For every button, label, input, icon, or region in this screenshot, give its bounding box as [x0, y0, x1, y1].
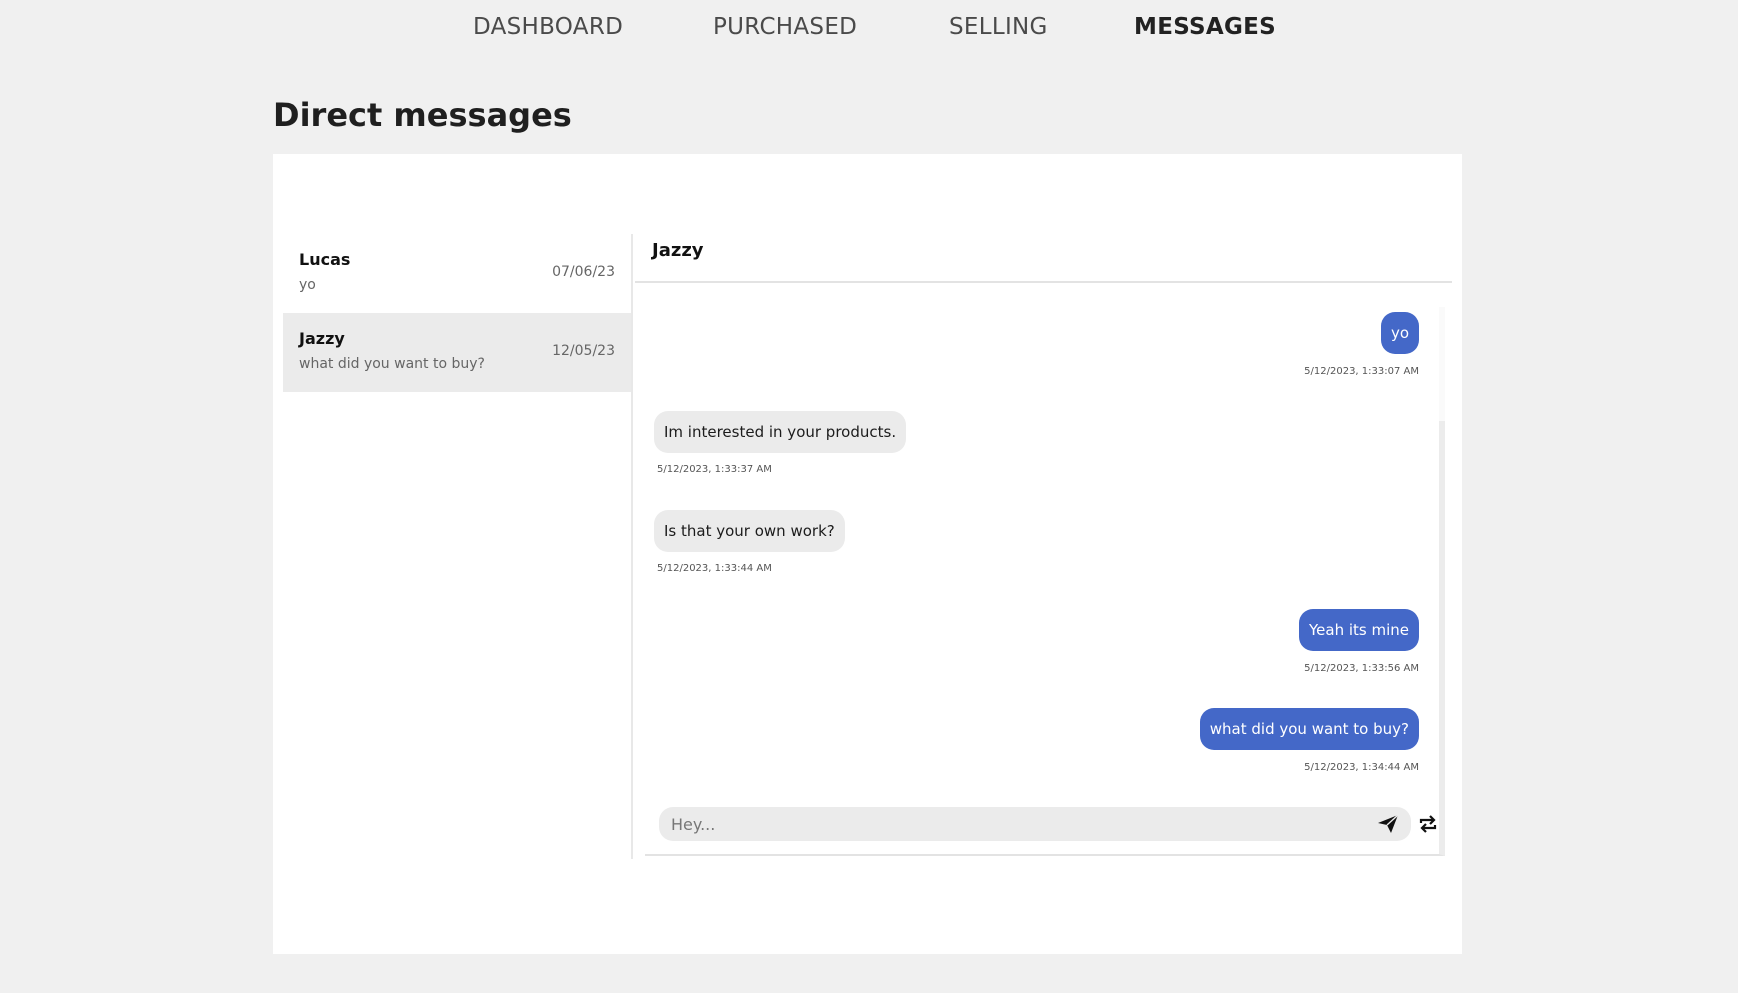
message-thread[interactable]: yo 5/12/2023, 1:33:07 AM Im interested i…: [645, 307, 1445, 856]
message-bubble-received: Is that your own work?: [654, 510, 845, 552]
message-timestamp: 5/12/2023, 1:33:37 AM: [657, 464, 772, 475]
conversation-item-lucas[interactable]: Lucas yo 07/06/23: [283, 234, 631, 313]
message-timestamp: 5/12/2023, 1:33:07 AM: [1304, 366, 1419, 377]
message-bubble-sent: Yeah its mine: [1298, 609, 1419, 651]
send-icon[interactable]: [1377, 814, 1399, 834]
message-timestamp: 5/12/2023, 1:33:56 AM: [1304, 663, 1419, 674]
chat-panel: Jazzy yo 5/12/2023, 1:33:07 AM Im intere…: [635, 234, 1452, 859]
chat-header: Jazzy: [635, 234, 1452, 283]
refresh-icon[interactable]: [1417, 814, 1439, 834]
conversation-preview: what did you want to buy?: [299, 356, 485, 372]
message-bubble-sent: what did you want to buy?: [1199, 708, 1419, 750]
message-timestamp: 5/12/2023, 1:33:44 AM: [657, 563, 772, 574]
chat-contact-name: Jazzy: [652, 240, 704, 261]
message-timestamp: 5/12/2023, 1:34:44 AM: [1304, 762, 1419, 773]
conversation-list: Lucas yo 07/06/23 Jazzy what did you wan…: [283, 234, 633, 859]
messages-card: Lucas yo 07/06/23 Jazzy what did you wan…: [273, 154, 1462, 954]
top-navigation: DASHBOARD PURCHASED SELLING MESSAGES: [0, 0, 1738, 62]
nav-dashboard-link[interactable]: DASHBOARD: [473, 14, 623, 40]
conversation-preview: yo: [299, 277, 316, 293]
conversation-date: 12/05/23: [552, 343, 615, 359]
message-composer: [659, 807, 1411, 841]
page-title: Direct messages: [273, 96, 572, 134]
nav-selling-link[interactable]: SELLING: [949, 14, 1048, 40]
nav-purchased-link[interactable]: PURCHASED: [713, 14, 857, 40]
conversation-name: Lucas: [299, 250, 351, 269]
conversation-name: Jazzy: [299, 329, 345, 348]
nav-messages-link[interactable]: MESSAGES: [1134, 14, 1276, 40]
message-bubble-sent: yo: [1380, 312, 1419, 354]
message-bubble-received: Im interested in your products.: [654, 411, 907, 453]
conversation-date: 07/06/23: [552, 264, 615, 280]
message-scrollbar[interactable]: [1439, 307, 1445, 421]
conversation-item-jazzy[interactable]: Jazzy what did you want to buy? 12/05/23: [283, 313, 631, 392]
message-input[interactable]: [669, 807, 1359, 841]
